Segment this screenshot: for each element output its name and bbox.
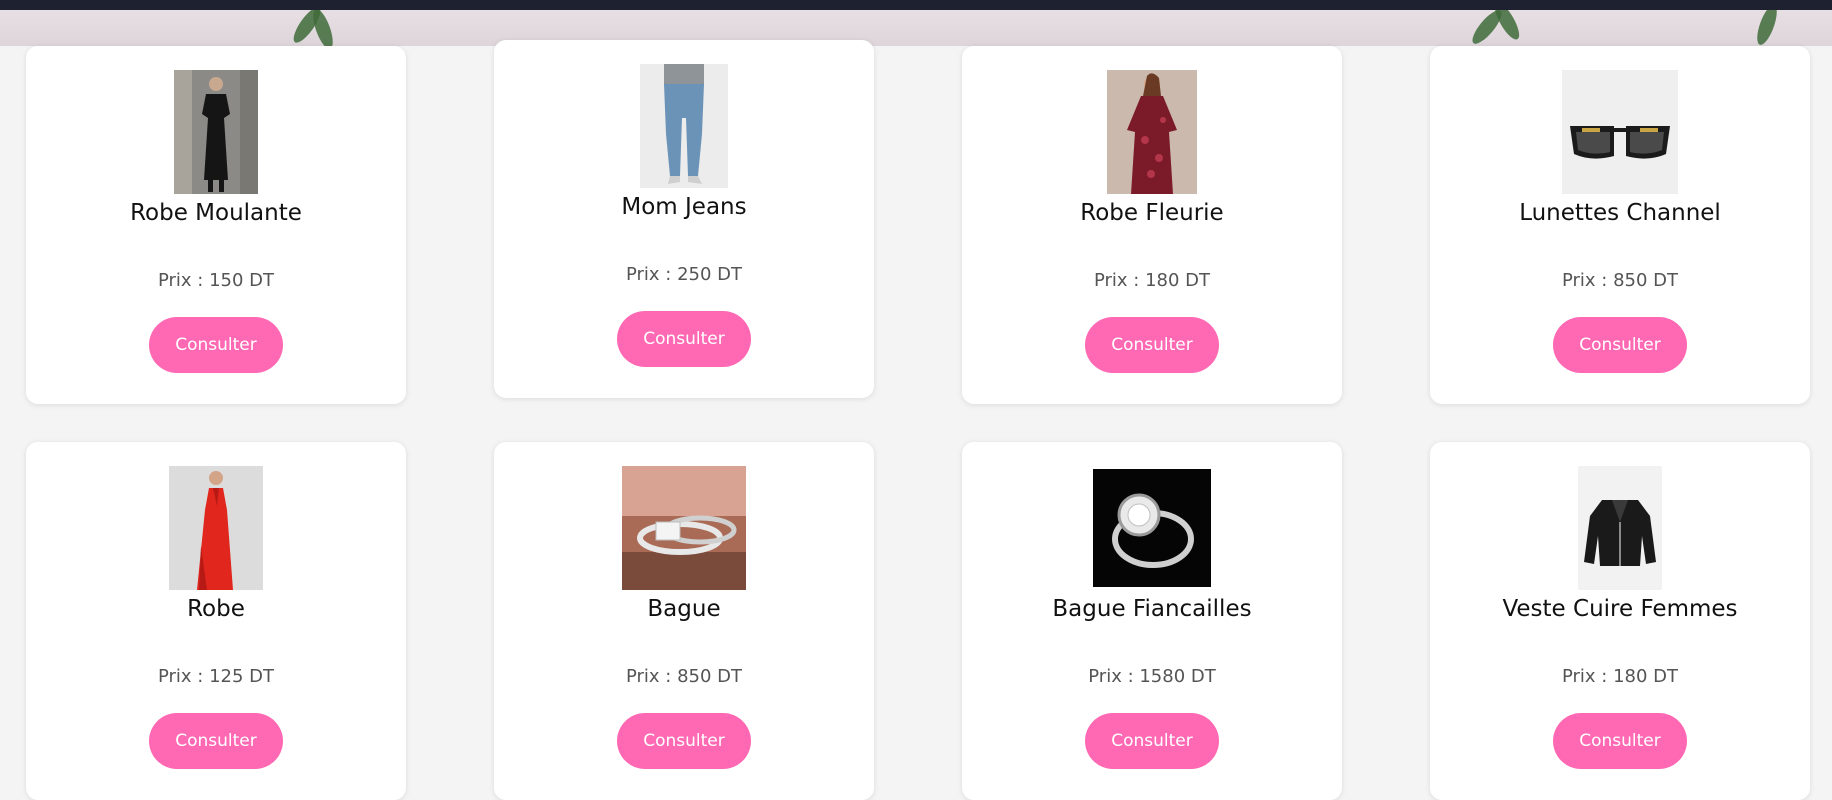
product-name: Robe — [187, 596, 245, 622]
consult-button[interactable]: Consulter — [149, 317, 283, 373]
product-name: Veste Cuire Femmes — [1502, 596, 1738, 622]
engagement-ring-image — [1093, 466, 1211, 590]
product-name: Lunettes Channel — [1519, 200, 1721, 226]
consult-button[interactable]: Consulter — [617, 311, 751, 367]
product-grid: Robe Moulante Prix : 150 DT Consulter Mo… — [26, 40, 1810, 800]
product-name: Robe Moulante — [130, 200, 302, 226]
consult-button[interactable]: Consulter — [1553, 713, 1687, 769]
product-card: Bague Fiancailles Prix : 1580 DT Consult… — [962, 442, 1342, 800]
floral-dress-image — [1107, 70, 1197, 194]
consult-button[interactable]: Consulter — [617, 713, 751, 769]
product-price: Prix : 125 DT — [157, 666, 275, 687]
product-card: Robe Moulante Prix : 150 DT Consulter — [26, 46, 406, 404]
product-price: Prix : 150 DT — [157, 270, 275, 291]
product-price: Prix : 1580 DT — [1088, 666, 1216, 687]
product-card: Robe Fleurie Prix : 180 DT Consulter — [962, 46, 1342, 404]
product-price: Prix : 180 DT — [1561, 666, 1679, 687]
product-name: Bague Fiancailles — [1052, 596, 1252, 622]
red-dress-image — [169, 466, 263, 590]
product-name: Bague — [647, 596, 721, 622]
consult-button[interactable]: Consulter — [1085, 713, 1219, 769]
product-card: Mom Jeans Prix : 250 DT Consulter — [494, 40, 874, 398]
product-card: Bague Prix : 850 DT Consulter — [494, 442, 874, 800]
consult-button[interactable]: Consulter — [1553, 317, 1687, 373]
consult-button[interactable]: Consulter — [1085, 317, 1219, 373]
product-name: Mom Jeans — [621, 194, 747, 220]
product-card: Lunettes Channel Prix : 850 DT Consulter — [1430, 46, 1810, 404]
consult-button[interactable]: Consulter — [149, 713, 283, 769]
jeans-image — [640, 64, 728, 188]
ring-image — [622, 466, 746, 590]
product-price: Prix : 850 DT — [625, 666, 743, 687]
leather-jacket-image — [1578, 466, 1662, 590]
product-price: Prix : 180 DT — [1093, 270, 1211, 291]
product-price: Prix : 250 DT — [625, 264, 743, 285]
product-card: Robe Prix : 125 DT Consulter — [26, 442, 406, 800]
black-dress-image — [174, 70, 258, 194]
product-card: Veste Cuire Femmes Prix : 180 DT Consult… — [1430, 442, 1810, 800]
product-price: Prix : 850 DT — [1561, 270, 1679, 291]
sunglasses-image — [1562, 70, 1678, 194]
product-name: Robe Fleurie — [1080, 200, 1224, 226]
